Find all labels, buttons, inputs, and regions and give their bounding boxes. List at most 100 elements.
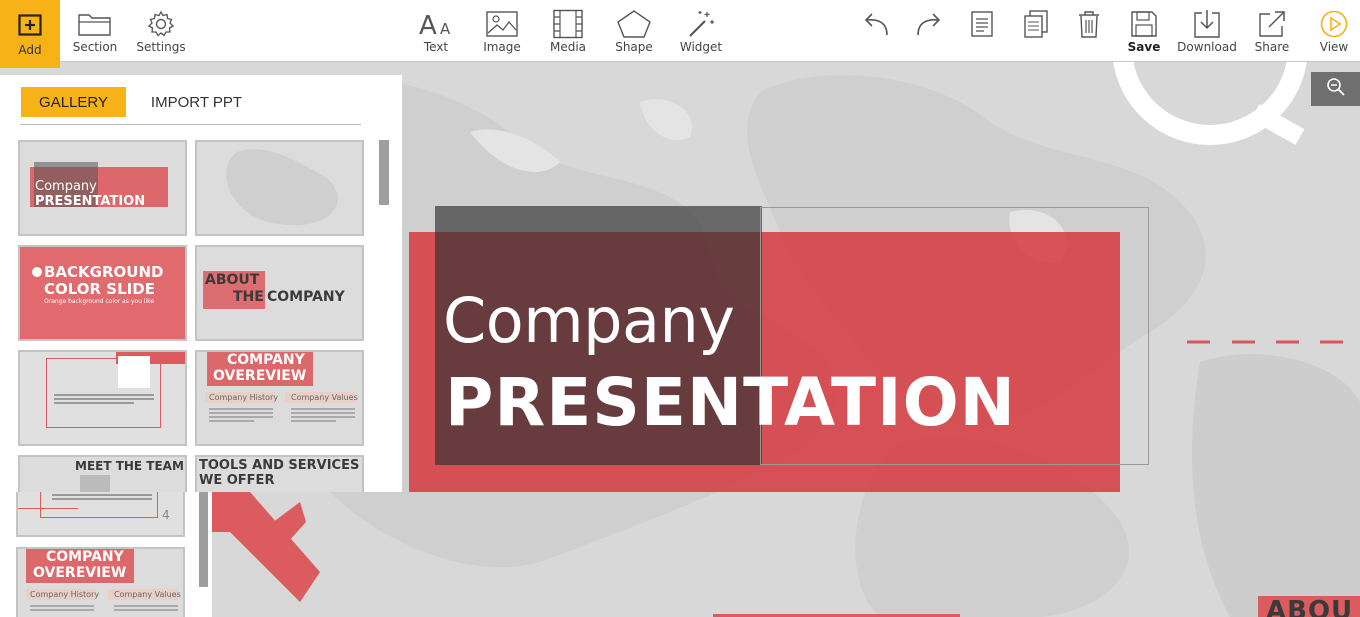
svg-text:A: A (440, 20, 451, 38)
thumb-text-lines (209, 408, 273, 422)
thumb-red-line (18, 508, 78, 509)
tab-divider (20, 124, 361, 125)
text-icon: AA (416, 9, 456, 39)
plus-box-icon (10, 10, 50, 40)
zoom-out-icon (1326, 77, 1346, 102)
thumb3-line1: BACKGROUND (44, 263, 164, 281)
film-icon (548, 9, 588, 39)
tab-import-ppt[interactable]: IMPORT PPT (139, 87, 254, 117)
slide-thumb-meet-the-team-lower[interactable]: 4 (16, 492, 185, 537)
trash-icon (1069, 9, 1109, 39)
next-slide-heading-peek: ABOU (1266, 596, 1354, 617)
slide-thumb-blank-map[interactable] (195, 140, 364, 236)
thumb3-line2: COLOR SLIDE (44, 280, 155, 298)
redo-icon (909, 9, 949, 39)
thumb9-page-number: 4 (162, 508, 170, 522)
slide-title-line2[interactable]: PRESENTATION (445, 364, 1016, 441)
slide-thumb-text-block[interactable] (18, 350, 187, 446)
thumb10-col1: Company History (30, 590, 100, 599)
duplicate-button[interactable] (1016, 0, 1056, 62)
page-notes-button[interactable] (962, 0, 1002, 62)
document-icon (962, 9, 1002, 39)
thumb-image-box (118, 356, 150, 388)
delete-button[interactable] (1069, 0, 1109, 62)
slide-thumb-company-overview-2[interactable]: COMPANY OVEREVIEW Company History Compan… (16, 547, 185, 617)
thumb1-line1: Company (35, 179, 97, 194)
thumb-photo (80, 475, 110, 492)
pentagon-icon (614, 9, 654, 39)
slide-thumb-tools-services[interactable]: TOOLS AND SERVICES WE OFFER (195, 455, 364, 492)
undo-icon (856, 9, 896, 39)
image-button[interactable]: Image (479, 0, 525, 62)
image-label: Image (483, 40, 521, 54)
floppy-disk-icon (1124, 9, 1164, 39)
magic-wand-icon (681, 9, 721, 39)
thumb10-line2: OVEREVIEW (33, 565, 127, 581)
settings-button[interactable]: Settings (136, 0, 186, 62)
thumb-text-lines (30, 605, 94, 613)
thumb6-col2: Company Values (291, 393, 358, 402)
settings-label: Settings (136, 40, 186, 54)
slide-title-line1[interactable]: Company (443, 284, 735, 357)
add-label: Add (18, 43, 42, 57)
widget-button[interactable]: Widget (677, 0, 725, 62)
slide-thumb-about-company[interactable]: ABOUT THE COMPANY (195, 245, 364, 341)
thumb-text-lines (114, 605, 178, 613)
view-label: View (1319, 40, 1349, 54)
slide-thumb-company-presentation[interactable]: Company PRESENTATION (18, 140, 187, 236)
view-button[interactable]: View (1314, 0, 1354, 62)
thumb8-title: TOOLS AND SERVICES (199, 458, 360, 473)
redo-button[interactable] (909, 0, 949, 62)
play-circle-icon (1314, 9, 1354, 39)
share-button[interactable]: Share (1251, 0, 1293, 62)
media-button[interactable]: Media (545, 0, 591, 62)
svg-text:A: A (419, 11, 437, 39)
thumb-bullet (32, 267, 42, 277)
thumb-text-lines (291, 408, 355, 422)
save-button[interactable]: Save (1124, 0, 1164, 62)
text-button[interactable]: AA Text (413, 0, 459, 62)
thumb6-col1: Company History (209, 393, 279, 402)
zoom-button[interactable] (1311, 72, 1360, 106)
section-label: Section (72, 40, 118, 54)
thumb-text-lines (54, 394, 154, 406)
top-toolbar: Add Section Settings AA Text Image Media (0, 0, 1360, 68)
thumb6-line1: COMPANY (227, 352, 305, 368)
undo-button[interactable] (856, 0, 896, 62)
image-icon (482, 9, 522, 39)
gallery-scrollbar[interactable] (379, 140, 389, 205)
shape-label: Shape (615, 40, 653, 54)
add-button[interactable]: Add (0, 0, 60, 68)
thumb1-line2: PRESENTATION (35, 194, 146, 209)
thumb-text-lines (52, 494, 152, 500)
download-label: Download (1177, 40, 1237, 54)
copy-icon (1016, 9, 1056, 39)
slide-thumb-background-color[interactable]: BACKGROUND COLOR SLIDE Orange background… (18, 245, 187, 341)
share-label: Share (1254, 40, 1290, 54)
media-label: Media (549, 40, 587, 54)
save-label: Save (1127, 40, 1161, 54)
thumb4-line3: COMPANY (267, 289, 345, 305)
thumb-map (226, 149, 338, 226)
tab-gallery[interactable]: GALLERY (21, 87, 126, 117)
share-external-icon (1252, 9, 1292, 39)
section-button[interactable]: Section (70, 0, 120, 62)
slide-thumb-company-overview[interactable]: COMPANY OVEREVIEW Company History Compan… (195, 350, 364, 446)
shape-button[interactable]: Shape (611, 0, 657, 62)
thumb4-line1: ABOUT (205, 272, 260, 288)
folder-icon (75, 9, 115, 39)
thumb3-subtitle: Orange background color as you like (44, 298, 155, 305)
download-button[interactable]: Download (1177, 0, 1237, 62)
thumb8-title2: WE OFFER (199, 473, 275, 488)
thumb4-line2: THE (233, 289, 264, 305)
gear-icon (141, 9, 181, 39)
thumb7-title: MEET THE TEAM (75, 459, 184, 473)
download-icon (1187, 9, 1227, 39)
thumb10-col2: Company Values (114, 590, 181, 599)
widget-label: Widget (679, 40, 723, 54)
thumb10-line1: COMPANY (46, 549, 124, 565)
slide-thumb-meet-the-team[interactable]: MEET THE TEAM (18, 455, 187, 492)
text-label: Text (423, 40, 449, 54)
thumb6-line2: OVEREVIEW (213, 368, 307, 384)
gallery-scrollbar-lower[interactable] (199, 492, 208, 587)
